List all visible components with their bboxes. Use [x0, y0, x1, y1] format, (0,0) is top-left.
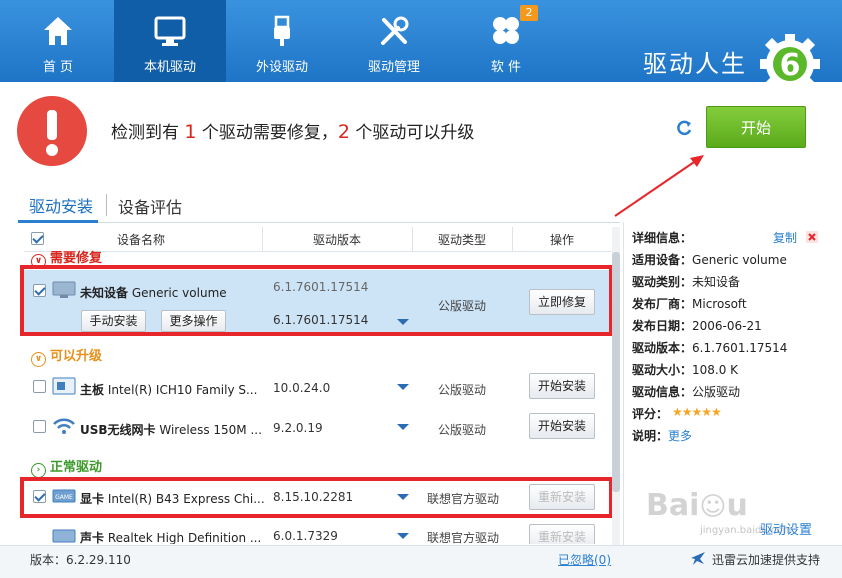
driver-type: 公版驱动 [438, 423, 487, 437]
header-driver-type: 驱动类型 [438, 233, 487, 247]
version-label: 版本：6.2.29.110 [30, 553, 131, 567]
detail-item: 驱动大小：108.0 K [632, 363, 739, 377]
driver-version: 6.0.1.7329 [273, 529, 338, 543]
detail-item: 驱动类别：未知设备 [632, 275, 741, 289]
brand-number: 6 [780, 48, 801, 83]
detail-title: 详细信息： [632, 231, 693, 245]
wifi-icon [53, 418, 75, 434]
nav-tab-label: 首 页 [42, 60, 74, 75]
header-device-name: 设备名称 [117, 233, 166, 247]
device-name: 主板 Intel(R) ICH10 Family S... [80, 383, 258, 397]
tools-icon [381, 16, 409, 45]
detail-description: 说明：更多 [632, 429, 693, 443]
row-checkbox[interactable] [33, 420, 46, 433]
table-row-clip: 声卡 Realtek High Definition ... 6.0.1.732… [0, 522, 612, 544]
refresh-icon[interactable] [675, 119, 693, 137]
software-badge: 2 [520, 5, 538, 21]
column-separator [412, 227, 413, 251]
sound-card-icon [52, 529, 76, 543]
nav-tab-peripheral-drivers[interactable]: 外设驱动 [226, 0, 338, 82]
motherboard-icon [52, 377, 76, 395]
tab-device-evaluation[interactable]: 设备评估 [118, 194, 182, 218]
start-button[interactable]: 开始 [706, 106, 806, 148]
row-checkbox[interactable] [33, 380, 46, 393]
copy-link[interactable]: 复制 [773, 229, 797, 246]
nav-tab-software[interactable]: 软 件 [450, 0, 562, 82]
version-dropdown-icon[interactable] [397, 424, 409, 430]
brand-gear-logo: 6 [760, 34, 820, 94]
highlight-box [20, 265, 613, 336]
detail-item: 适用设备：Generic volume [632, 253, 787, 267]
detail-item: 驱动信息：公版驱动 [632, 385, 741, 399]
detail-item: 发布日期：2006-06-21 [632, 319, 762, 333]
detail-rating: 评分： [632, 407, 669, 421]
tab-separator [106, 194, 107, 216]
section-normal-drivers[interactable]: › 正常驱动 [31, 456, 102, 478]
highlight-box [20, 477, 613, 518]
alert-icon [17, 96, 87, 166]
top-nav-bar: 首 页 本机驱动 外设驱动 驱动管理 软 件 2 驱动人生 6 [0, 0, 842, 94]
brand-name: 驱动人生 [643, 50, 747, 78]
ignored-link[interactable]: 已忽略(0) [558, 551, 611, 568]
scrollbar-thumb[interactable] [612, 252, 620, 492]
header-driver-version: 驱动版本 [313, 233, 362, 247]
scan-summary: 检测到有 1 个驱动需要修复，2 个驱动可以升级 [111, 121, 475, 143]
nav-tab-label: 本机驱动 [143, 60, 196, 75]
rating-stars-icon: ★★★★★ [672, 405, 722, 419]
driver-version: 9.2.0.19 [273, 421, 323, 435]
column-separator [512, 227, 513, 251]
version-dropdown-icon[interactable] [397, 384, 409, 390]
driver-version: 10.0.24.0 [273, 381, 331, 395]
usb-icon [274, 15, 290, 46]
nav-tab-label: 软 件 [490, 60, 522, 75]
table-header: 设备名称 驱动版本 驱动类型 操作 [24, 227, 614, 252]
device-name: 声卡 Realtek High Definition ... [80, 531, 262, 544]
close-icon[interactable] [806, 231, 818, 243]
clover-icon [493, 17, 519, 44]
start-install-button[interactable]: 开始安装 [529, 413, 595, 439]
more-link[interactable]: 更多 [668, 429, 692, 443]
nav-tab-driver-management[interactable]: 驱动管理 [338, 0, 450, 82]
driver-type: 联想官方驱动 [427, 531, 500, 544]
driver-type: 公版驱动 [438, 383, 487, 397]
tab-divider [18, 222, 620, 223]
header-action: 操作 [550, 233, 575, 247]
nav-tab-label: 外设驱动 [255, 60, 308, 75]
home-icon [44, 17, 72, 45]
nav-tab-local-drivers[interactable]: 本机驱动 [114, 0, 226, 82]
device-name: USB无线网卡 Wireless 150M ... [80, 423, 262, 437]
watermark: Bai☺u [646, 488, 748, 523]
thunder-bird-icon [691, 552, 705, 565]
tab-driver-install[interactable]: 驱动安装 [29, 193, 93, 217]
acceleration-credit: 迅雷云加速提供支持 [712, 553, 821, 567]
nav-tab-home[interactable]: 首 页 [2, 0, 114, 82]
active-tab-indicator [18, 220, 98, 223]
detail-item: 驱动版本：6.1.7601.17514 [632, 341, 788, 355]
driver-settings-link[interactable]: 驱动设置 [760, 519, 812, 538]
column-separator [262, 227, 263, 251]
nav-tab-label: 驱动管理 [367, 60, 420, 75]
upgrade-count: 2 [337, 121, 350, 143]
start-install-button[interactable]: 开始安装 [529, 373, 595, 399]
repair-count: 1 [184, 121, 197, 143]
detail-item: 发布厂商：Microsoft [632, 297, 747, 311]
reinstall-button[interactable]: 重新安装 [529, 524, 595, 544]
version-dropdown-icon[interactable] [397, 533, 409, 539]
monitor-icon [154, 16, 186, 46]
section-upgradable[interactable]: ∨ 可以升级 [31, 345, 102, 367]
